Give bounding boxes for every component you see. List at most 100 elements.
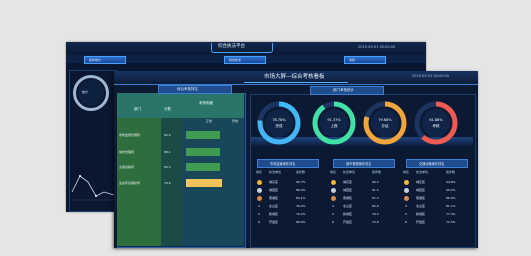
gold-medal-icon [404,180,409,185]
gauge-value-text: 61.88% [429,118,443,122]
rank-cell-value: 96.2 [372,180,379,184]
rank-cell-value: 89.3% [296,188,306,192]
gauge-value-text: 91.37% [327,118,341,122]
rank-cell-value: 68.9% [296,220,306,224]
rank-cell-value: 95.7% [296,180,306,184]
gauge-label-text: 办结 [381,124,389,128]
back-window-title: 综合执法平台 [218,44,245,49]
table-row-bar [186,163,220,171]
rank-cell-unit: 城东区 [343,180,353,184]
rank-cell-rank: 6 [405,220,407,224]
table-row-bar [186,131,220,139]
rank-cell-unit: 城西区 [416,188,426,192]
rank-cell-unit: 新城区 [416,212,426,216]
rank-cell-unit: 北山区 [343,204,353,208]
gauge-value-text: 79.68% [378,118,392,122]
rank-cell-unit: 开发区 [416,220,426,224]
rank-cell-rank: 4 [332,204,334,208]
rank-cell-unit: 城西区 [343,188,353,192]
header-normal: 正常 [206,119,213,123]
rank-table-title-tab[interactable]: 城市管理案件排名 [333,159,395,168]
rank-cell-rank: 6 [258,220,260,224]
header-detail: 考核明细 [199,101,213,105]
gauge-center [265,109,293,137]
rank-cell-rank: 5 [332,212,334,216]
right-panel-title: 部门考核统计 [333,88,354,92]
front-dashboard-window: 市场大屏—综合考核看板 2019-09-01 00:00:00 综合考核排名 部… [114,71,478,248]
back-tab-statistics[interactable]: 案件统计 [84,56,126,64]
back-tab-assessment[interactable]: 考核 [344,56,386,64]
rank-cell-rank: 6 [332,220,334,224]
rank-col-head: 执法单位 [269,170,282,174]
right-panel-title-tab[interactable]: 部门考核统计 [310,86,384,95]
silver-medal-icon [404,188,409,193]
table-row-label: 市场监督管理局 [119,133,141,137]
gauge-center [320,109,348,137]
gold-medal-icon [331,180,336,185]
silver-medal-icon [257,188,262,193]
left-panel-title-tab[interactable]: 综合考核排名 [158,85,232,94]
rank-table-title-tab[interactable]: 交通运输案件排名 [406,159,468,168]
gold-medal-icon [257,180,262,185]
table-row-bar-highlight [186,179,222,187]
front-window-datetime: 2019-09-01 00:00:00 [412,74,450,78]
back-tab-label: 综合执法 [229,58,242,62]
rank-cell-rank: 5 [258,212,260,216]
back-tab-enforcement[interactable]: 综合执法 [224,56,266,64]
header-score: 分数 [164,107,171,111]
gauge-report [312,101,356,145]
rank-col-head: 案件数 [372,170,382,174]
gauge-label-text: 上报 [330,124,338,128]
rank-cell-unit: 新城区 [343,212,353,216]
back-chart-point [79,175,81,177]
gauge-center [371,109,399,137]
rank-cell-unit: 城东区 [416,180,426,184]
rank-table-title: 交通运输案件排名 [419,162,445,166]
rank-cell-value: 81.1% [446,204,456,208]
rank-cell-value: 91.5 [372,188,379,192]
back-tab-label: 案件统计 [89,58,102,62]
rank-table-title: 城市管理案件排名 [346,162,372,166]
header-abnormal: 异常 [232,119,239,123]
rank-cell-value: 76.4% [296,204,306,208]
rank-cell-value: 77.3% [446,212,456,216]
rank-cell-value: 72.5% [446,220,456,224]
rank-cell-value: 75.8 [372,220,379,224]
rank-table-title: 市场监管案件排名 [270,162,296,166]
header-department: 部门 [134,107,141,111]
gauge-label-text: 完成 [275,124,283,128]
table-row-label: 城市管理局 [119,150,135,154]
silver-medal-icon [331,188,336,193]
title-underline [244,82,348,83]
table-row-label: 交通运输局 [119,165,135,169]
rank-cell-unit: 北山区 [416,204,426,208]
rank-cell-unit: 新城区 [269,212,279,216]
bronze-medal-icon [331,196,336,201]
rank-cell-value: 90.2% [446,188,456,192]
rank-col-head: 案件数 [296,170,306,174]
rank-cell-value: 82.6 [372,204,379,208]
rank-cell-unit: 北山区 [269,204,279,208]
table-row-value: 92.5 [164,133,171,137]
back-tab-label: 考核 [349,58,356,62]
rank-col-head: 排名 [403,170,410,174]
back-line-chart [71,175,115,201]
rank-cell-unit: 开发区 [343,220,353,224]
rank-table-title-tab[interactable]: 市场监管案件排名 [257,159,319,168]
rank-cell-unit: 南湖区 [343,196,353,200]
rank-cell-unit: 城东区 [269,180,279,184]
table-row-value: 88.1 [164,150,171,154]
rank-col-head: 执法单位 [343,170,356,174]
left-panel-title: 综合考核排名 [177,87,198,91]
back-gauge-label: 统计 [82,90,89,94]
table-row-bar [186,148,220,156]
rank-cell-unit: 开发区 [269,220,279,224]
rank-cell-unit: 南湖区 [269,196,279,200]
gauge-label-text: 考核 [432,124,440,128]
bronze-medal-icon [404,196,409,201]
rank-cell-rank: 4 [405,204,407,208]
gauge-closure [363,101,407,145]
rank-cell-value: 87.3 [372,196,379,200]
gauge-center [422,109,450,137]
table-row-label: 生态环境保护局 [119,181,141,185]
